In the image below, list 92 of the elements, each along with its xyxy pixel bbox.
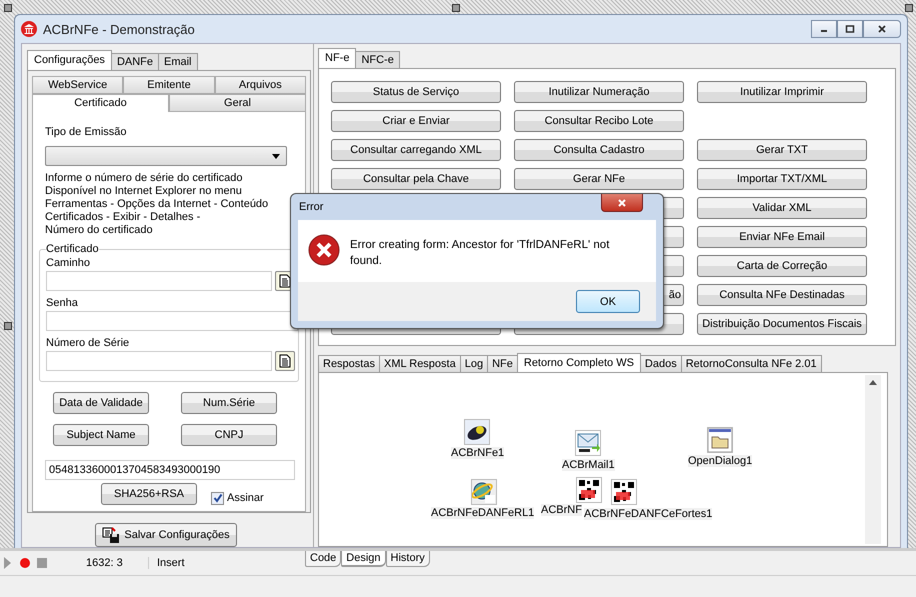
close-button[interactable]	[863, 20, 901, 38]
action-button[interactable]: Validar XML	[697, 197, 867, 219]
action-button[interactable]: Consultar pela Chave	[331, 168, 501, 190]
folder-icon[interactable]	[707, 427, 733, 453]
cnpj-field[interactable]: 0548133600013704583493000190	[45, 460, 295, 480]
field-label: Caminho	[46, 257, 90, 269]
component-label: OpenDialog1	[688, 455, 752, 467]
field-label: Senha	[46, 297, 78, 309]
tab[interactable]: Geral	[169, 94, 306, 112]
tab[interactable]: Emitente	[123, 76, 215, 94]
action-button[interactable]: Consulta NFe Destinadas	[697, 284, 867, 306]
ok-button[interactable]: OK	[576, 290, 640, 313]
component-label: ACBrNFe1	[451, 447, 504, 459]
component-label: ACBrNFeDANFCeFortes1	[584, 508, 712, 520]
minimize-button[interactable]	[811, 20, 837, 38]
action-button[interactable]: Criar e Enviar	[331, 110, 501, 132]
component-label: ACBrNFeDANFeRL1	[431, 507, 534, 519]
qr-code-icon[interactable]	[576, 477, 602, 503]
maximize-button[interactable]	[837, 20, 863, 38]
action-button[interactable]: Data de Validade	[53, 392, 149, 414]
tab[interactable]: NF-e	[318, 48, 356, 68]
cursor-position: 1632: 3	[86, 557, 124, 569]
document-icon	[279, 354, 291, 368]
checkbox-label: Assinar	[227, 492, 264, 504]
action-button[interactable]: Importar TXT/XML	[697, 168, 867, 190]
scroll-up-icon[interactable]	[869, 380, 877, 385]
tab[interactable]: DANFe	[110, 53, 159, 70]
checkbox[interactable]	[211, 492, 224, 504]
tab[interactable]: Retorno Completo WS	[516, 353, 641, 372]
maximize-icon	[845, 24, 855, 34]
component-icon[interactable]	[464, 419, 490, 445]
tab[interactable]: Configurações	[27, 50, 112, 70]
field-label: Tipo de Emissão	[44, 125, 128, 140]
error-icon	[308, 234, 340, 266]
action-button[interactable]: Carta de Correção	[697, 255, 867, 277]
dialog-title: Error	[299, 201, 324, 213]
action-button[interactable]: Distribuição Documentos Fiscais	[697, 313, 867, 335]
action-button[interactable]: Status de Serviço	[331, 81, 501, 103]
tab[interactable]: XML Resposta	[378, 355, 461, 372]
tab[interactable]: WebService	[32, 76, 124, 94]
action-button[interactable]: Subject Name	[53, 424, 149, 446]
component-label: ACBrMail1	[562, 459, 615, 471]
bank-icon	[21, 21, 37, 37]
window-title: ACBrNFe - Demonstração	[43, 22, 195, 36]
field-label: Número de Série	[46, 337, 130, 349]
component-label: ACBrNF	[541, 504, 582, 516]
save-icon	[102, 527, 120, 543]
run-controls-icon[interactable]	[4, 557, 48, 569]
close-icon	[617, 198, 627, 208]
action-button[interactable]: Inutilizar Numeração	[514, 81, 684, 103]
tab[interactable]: Code	[305, 551, 342, 567]
input-field[interactable]	[46, 351, 272, 371]
tab[interactable]: Email	[158, 53, 198, 70]
tab[interactable]: Certificado	[32, 94, 169, 112]
action-button[interactable]: CNPJ	[181, 424, 277, 446]
selection-handle[interactable]	[905, 4, 913, 12]
tab[interactable]: NFe	[487, 355, 518, 372]
tab[interactable]: Respostas	[318, 355, 380, 372]
scrollbar[interactable]	[865, 375, 881, 544]
action-button[interactable]: Consulta Cadastro	[514, 139, 684, 161]
tab[interactable]: Arquivos	[214, 76, 306, 94]
action-button[interactable]: Gerar NFe	[514, 168, 684, 190]
action-button[interactable]: Consultar carregando XML	[331, 139, 501, 161]
globe-icon[interactable]	[471, 479, 497, 505]
input-field[interactable]	[46, 271, 272, 291]
emission-type-dropdown[interactable]	[45, 146, 287, 166]
tab[interactable]: RetornoConsulta NFe 2.01	[680, 355, 822, 372]
tab[interactable]: Design	[341, 551, 386, 567]
help-text: Informe o número de série do certificado Disponível no Internet Explorer no menu Ferramentas - Opções da Internet - Conteúdo Certificados - Exibir - Detalhes - Número do certificado	[45, 172, 270, 237]
action-button[interactable]: Enviar NFe Email	[697, 226, 867, 248]
close-icon	[877, 24, 887, 34]
dropdown-arrow-icon	[272, 154, 280, 158]
action-button[interactable]: Gerar TXT	[697, 139, 867, 161]
action-button[interactable]: Num.Série	[181, 392, 277, 414]
action-button[interactable]: Inutilizar Imprimir	[697, 81, 867, 103]
tab[interactable]: NFC-e	[355, 51, 400, 68]
envelope-icon[interactable]	[575, 430, 601, 456]
error-message: Error creating form: Ancestor for 'TfrlDANFeRL' not found.	[350, 238, 610, 269]
selection-handle[interactable]	[4, 4, 12, 12]
tab[interactable]: Log	[460, 355, 488, 372]
hash-button[interactable]: SHA256+RSA	[101, 483, 197, 505]
browse-button[interactable]	[275, 351, 295, 371]
document-icon	[279, 274, 291, 288]
close-button[interactable]	[601, 194, 643, 212]
action-button[interactable]: Consultar Recibo Lote	[514, 110, 684, 132]
group-title: Certificado	[46, 243, 99, 255]
selection-handle[interactable]	[452, 4, 460, 12]
qr-code-icon[interactable]	[611, 479, 637, 505]
tab[interactable]: History	[386, 551, 430, 567]
selection-handle[interactable]	[4, 322, 12, 330]
tab[interactable]: Dados	[640, 355, 682, 372]
save-button[interactable]: Salvar Configurações	[95, 523, 237, 547]
